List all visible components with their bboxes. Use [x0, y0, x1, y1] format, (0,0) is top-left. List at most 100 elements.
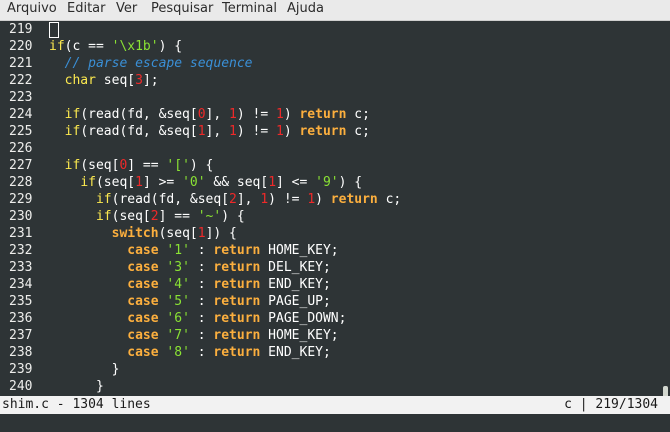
code-token: seq[	[95, 73, 136, 88]
code-token: }	[49, 362, 120, 377]
code-line: 227 if(seq[0] == '[') {	[0, 157, 213, 174]
line-number: 221	[9, 56, 33, 71]
line-number: 240	[9, 379, 33, 394]
code-token: :	[189, 243, 214, 258]
code-line: 229 if(read(fd, &seq[2], 1) != 1) return…	[0, 191, 401, 208]
menu-editar[interactable]: Editar	[67, 0, 106, 20]
menu-bar: Arquivo Editar Ver Pesquisar Terminal Aj…	[0, 0, 670, 21]
code-text: if(seq[1] >= '0' && seq[1] <= '9') {	[40, 174, 362, 191]
code-token: 1	[197, 124, 206, 139]
code-token: HOME_KEY;	[260, 328, 339, 343]
code-token: ) !=	[236, 124, 276, 139]
code-token: return	[330, 192, 378, 207]
line-number: 232	[9, 243, 33, 258]
code-token: :	[189, 294, 214, 309]
code-token: (seq[	[95, 175, 136, 190]
code-token: '6'	[166, 311, 190, 326]
code-token: if	[95, 209, 112, 224]
code-token: PAGE_UP;	[260, 294, 331, 309]
code-token: (seq[	[111, 209, 151, 224]
code-token: c;	[346, 124, 370, 139]
code-token: ) {	[189, 158, 214, 173]
code-token: ],	[205, 124, 230, 139]
command-line[interactable]	[0, 414, 670, 432]
code-token: '3'	[166, 260, 190, 275]
code-token: && seq[	[205, 175, 269, 190]
code-token: ) !=	[268, 192, 308, 207]
line-number: 219	[9, 22, 33, 37]
code-token: :	[189, 260, 214, 275]
code-token: 1	[229, 107, 237, 122]
code-token: 2	[229, 192, 237, 207]
code-token: 2	[150, 209, 159, 224]
line-number: 226	[9, 141, 33, 156]
code-token: END_KEY;	[260, 277, 331, 292]
code-token: )	[283, 124, 300, 139]
code-token: c;	[377, 192, 402, 207]
code-token: return	[213, 345, 261, 360]
code-token: if	[49, 39, 65, 54]
code-token: ) {	[158, 39, 183, 54]
code-text: case '5' : return PAGE_UP;	[40, 293, 331, 310]
code-token: '1'	[166, 243, 190, 258]
code-token: 1	[197, 226, 206, 241]
code-token: :	[189, 311, 214, 326]
code-token: '['	[166, 158, 190, 173]
code-line: 219	[0, 21, 59, 38]
code-token: '\x1b'	[111, 39, 159, 54]
terminal-viewport[interactable]: 219 220 if(c == '\x1b') {221 // parse esca…	[0, 21, 670, 394]
scrollbar[interactable]	[661, 21, 670, 414]
menu-ajuda[interactable]: Ajuda	[287, 0, 324, 20]
code-token: 1	[260, 192, 269, 207]
code-line: 228 if(seq[1] >= '0' && seq[1] <= '9') {	[0, 174, 362, 191]
code-token: // parse escape sequence	[64, 56, 253, 71]
status-position: c | 219/1304	[564, 397, 658, 412]
code-line: 237 case '7' : return HOME_KEY;	[0, 327, 339, 344]
code-text: char seq[3];	[40, 72, 159, 89]
code-token: case	[127, 294, 159, 309]
menu-terminal[interactable]: Terminal	[222, 0, 277, 20]
status-bar: shim.c - 1304 lines c | 219/1304	[0, 396, 670, 414]
code-line: 222 char seq[3];	[0, 72, 159, 89]
code-token: ) {	[221, 209, 245, 224]
line-number: 225	[9, 124, 33, 139]
code-line: 238 case '8' : return END_KEY;	[0, 344, 331, 361]
line-number: 223	[9, 90, 33, 105]
text-cursor	[49, 21, 59, 38]
code-token: case	[127, 243, 159, 258]
menu-arquivo[interactable]: Arquivo	[7, 0, 57, 20]
code-text	[40, 21, 59, 38]
code-token: if	[64, 107, 81, 122]
code-token: ) {	[338, 175, 363, 190]
code-token: '5'	[166, 294, 190, 309]
code-token: (seq[	[158, 226, 198, 241]
code-token: )	[315, 192, 331, 207]
line-number: 233	[9, 260, 33, 275]
code-token: if	[95, 192, 112, 207]
code-line: 223	[0, 89, 49, 106]
code-token: return	[213, 243, 261, 258]
code-line: 226	[0, 140, 49, 157]
line-number: 222	[9, 73, 33, 88]
code-line: 220 if(c == '\x1b') {	[0, 38, 182, 55]
menu-ver[interactable]: Ver	[116, 0, 137, 20]
code-token: if	[80, 175, 96, 190]
code-text: if(read(fd, &seq[0], 1) != 1) return c;	[40, 106, 370, 123]
code-token: return	[213, 277, 261, 292]
menu-pesquisar[interactable]: Pesquisar	[151, 0, 213, 20]
code-line: 224 if(read(fd, &seq[0], 1) != 1) return…	[0, 106, 370, 123]
code-token: ] <=	[276, 175, 316, 190]
code-text: }	[40, 378, 104, 394]
line-number: 229	[9, 192, 33, 207]
line-number: 236	[9, 311, 33, 326]
